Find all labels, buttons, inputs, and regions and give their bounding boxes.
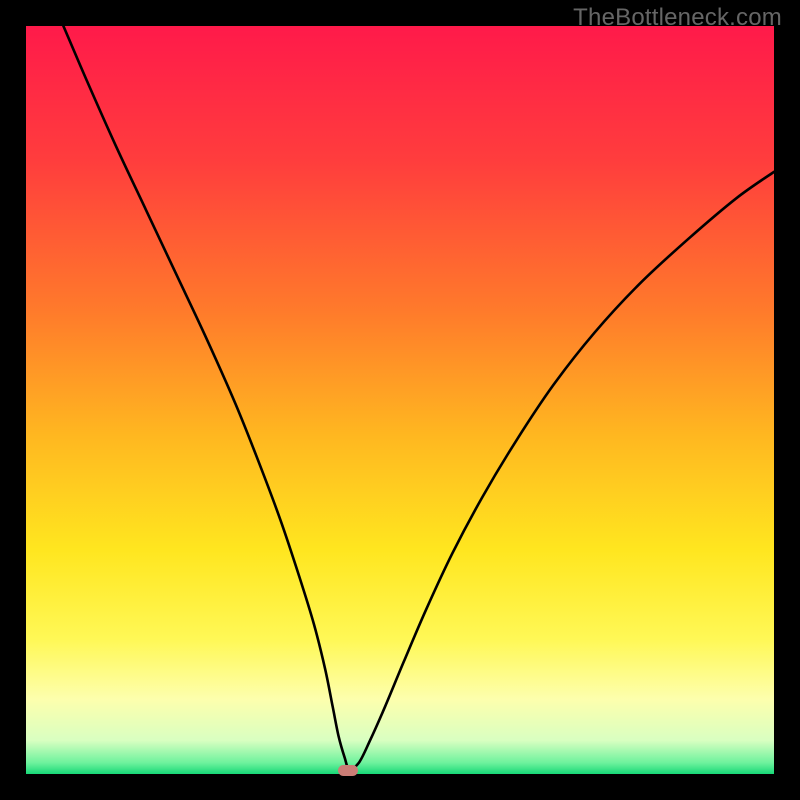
bottleneck-chart: [26, 26, 774, 774]
plot-area: [26, 26, 774, 774]
minimum-marker: [338, 765, 358, 776]
chart-frame: TheBottleneck.com: [0, 0, 800, 800]
gradient-background: [26, 26, 774, 774]
